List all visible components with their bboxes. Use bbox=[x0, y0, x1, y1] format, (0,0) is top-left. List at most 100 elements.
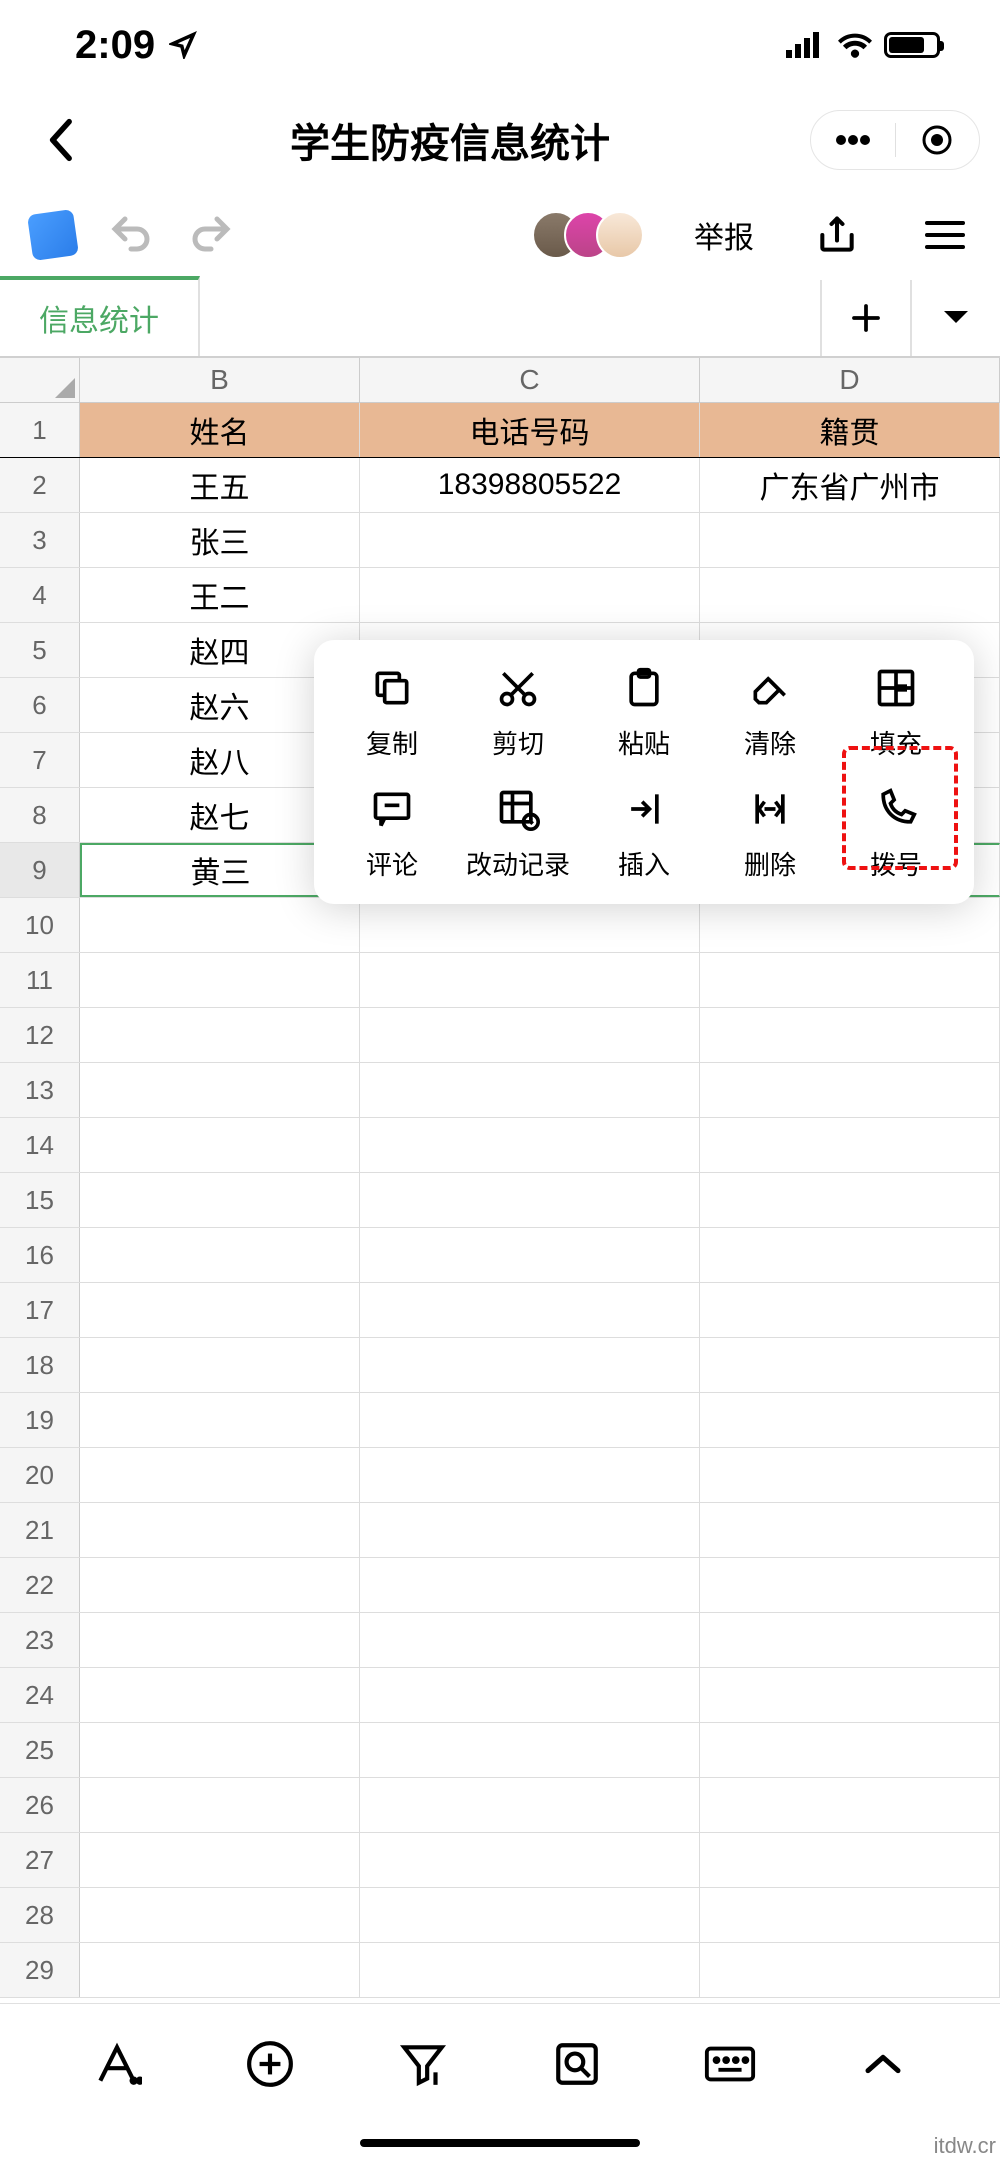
cell[interactable] bbox=[360, 1668, 700, 1722]
ctx-comment-button[interactable]: 评论 bbox=[332, 783, 452, 882]
cell[interactable] bbox=[700, 898, 1000, 952]
cell[interactable] bbox=[80, 1173, 360, 1227]
row-header[interactable]: 24 bbox=[0, 1668, 80, 1722]
table-row-empty[interactable]: 14 bbox=[0, 1118, 1000, 1173]
table-row-empty[interactable]: 27 bbox=[0, 1833, 1000, 1888]
cell[interactable] bbox=[360, 1008, 700, 1062]
cell-phone[interactable] bbox=[360, 513, 700, 567]
cell[interactable] bbox=[80, 1613, 360, 1667]
cell[interactable] bbox=[360, 1118, 700, 1172]
table-row-empty[interactable]: 21 bbox=[0, 1503, 1000, 1558]
row-header[interactable]: 3 bbox=[0, 513, 80, 567]
cell-phone[interactable] bbox=[360, 568, 700, 622]
table-row-empty[interactable]: 23 bbox=[0, 1613, 1000, 1668]
cell[interactable] bbox=[80, 1943, 360, 1997]
cell[interactable] bbox=[360, 1173, 700, 1227]
ctx-paste-button[interactable]: 粘贴 bbox=[584, 662, 704, 761]
cell[interactable] bbox=[700, 1613, 1000, 1667]
table-row-empty[interactable]: 19 bbox=[0, 1393, 1000, 1448]
row-header[interactable]: 4 bbox=[0, 568, 80, 622]
cell-name[interactable]: 张三 bbox=[80, 513, 360, 567]
ctx-history-button[interactable]: 改动记录 bbox=[458, 783, 578, 882]
cell[interactable] bbox=[80, 1448, 360, 1502]
table-row[interactable]: 4 王二 bbox=[0, 568, 1000, 623]
cell[interactable] bbox=[700, 1668, 1000, 1722]
ctx-insert-button[interactable]: 插入 bbox=[584, 783, 704, 882]
cell[interactable] bbox=[80, 1723, 360, 1777]
keyboard-button[interactable] bbox=[700, 2034, 760, 2094]
cell[interactable] bbox=[700, 1448, 1000, 1502]
undo-button[interactable] bbox=[106, 210, 156, 260]
cell[interactable] bbox=[80, 1668, 360, 1722]
cell[interactable] bbox=[360, 1888, 700, 1942]
cell[interactable] bbox=[80, 1283, 360, 1337]
cell[interactable] bbox=[360, 953, 700, 1007]
row-header[interactable]: 29 bbox=[0, 1943, 80, 1997]
ctx-copy-button[interactable]: 复制 bbox=[332, 662, 452, 761]
cell[interactable] bbox=[360, 1723, 700, 1777]
table-row-empty[interactable]: 10 bbox=[0, 898, 1000, 953]
row-header[interactable]: 21 bbox=[0, 1503, 80, 1557]
report-button[interactable]: 举报 bbox=[694, 213, 754, 257]
ctx-clear-button[interactable]: 清除 bbox=[710, 662, 830, 761]
hamburger-menu-button[interactable] bbox=[920, 210, 970, 260]
cell[interactable] bbox=[80, 1063, 360, 1117]
ctx-dial-button[interactable]: 拨号 bbox=[836, 783, 956, 882]
collaborator-avatars[interactable] bbox=[548, 211, 644, 259]
cell[interactable] bbox=[80, 953, 360, 1007]
add-sheet-button[interactable] bbox=[820, 280, 910, 356]
cell-name[interactable]: 王五 bbox=[80, 458, 360, 512]
row-header[interactable]: 6 bbox=[0, 678, 80, 732]
row-header[interactable]: 27 bbox=[0, 1833, 80, 1887]
cell[interactable] bbox=[80, 1118, 360, 1172]
insert-button[interactable] bbox=[240, 2034, 300, 2094]
cell[interactable] bbox=[700, 953, 1000, 1007]
cell[interactable] bbox=[700, 1008, 1000, 1062]
cell[interactable] bbox=[80, 898, 360, 952]
filter-button[interactable] bbox=[393, 2034, 453, 2094]
table-row[interactable]: 3 张三 bbox=[0, 513, 1000, 568]
cell[interactable] bbox=[360, 1063, 700, 1117]
cell[interactable] bbox=[360, 1503, 700, 1557]
cell[interactable] bbox=[80, 1888, 360, 1942]
cell[interactable] bbox=[80, 1228, 360, 1282]
row-header[interactable]: 8 bbox=[0, 788, 80, 842]
table-row-empty[interactable]: 29 bbox=[0, 1943, 1000, 1998]
table-row-empty[interactable]: 25 bbox=[0, 1723, 1000, 1778]
cell[interactable] bbox=[700, 1283, 1000, 1337]
cell[interactable] bbox=[700, 1063, 1000, 1117]
row-header[interactable]: 12 bbox=[0, 1008, 80, 1062]
format-button[interactable] bbox=[87, 2034, 147, 2094]
cell[interactable] bbox=[360, 1613, 700, 1667]
cell[interactable] bbox=[360, 1833, 700, 1887]
cell[interactable] bbox=[80, 1008, 360, 1062]
cell[interactable] bbox=[700, 1338, 1000, 1392]
redo-button[interactable] bbox=[186, 210, 236, 260]
cell[interactable] bbox=[80, 1778, 360, 1832]
row-header[interactable]: 1 bbox=[0, 403, 80, 457]
col-header-C[interactable]: C bbox=[360, 358, 700, 402]
row-header[interactable]: 17 bbox=[0, 1283, 80, 1337]
cell[interactable] bbox=[360, 1558, 700, 1612]
cell[interactable] bbox=[700, 1393, 1000, 1447]
row-header[interactable]: 10 bbox=[0, 898, 80, 952]
back-button[interactable] bbox=[30, 110, 90, 170]
row-header[interactable]: 7 bbox=[0, 733, 80, 787]
cell[interactable] bbox=[360, 898, 700, 952]
table-row-header[interactable]: 1 姓名 电话号码 籍贯 bbox=[0, 403, 1000, 458]
ctx-fill-button[interactable]: 填充 bbox=[836, 662, 956, 761]
table-row-empty[interactable]: 11 bbox=[0, 953, 1000, 1008]
table-row-empty[interactable]: 13 bbox=[0, 1063, 1000, 1118]
row-header[interactable]: 18 bbox=[0, 1338, 80, 1392]
sheet-tab-active[interactable]: 信息统计 bbox=[0, 276, 200, 356]
row-header[interactable]: 11 bbox=[0, 953, 80, 1007]
row-header[interactable]: 14 bbox=[0, 1118, 80, 1172]
cell[interactable] bbox=[360, 1943, 700, 1997]
select-all-corner[interactable] bbox=[0, 358, 80, 402]
cell[interactable] bbox=[80, 1558, 360, 1612]
cell[interactable] bbox=[700, 1778, 1000, 1832]
cell[interactable] bbox=[700, 1943, 1000, 1997]
cell[interactable] bbox=[700, 1173, 1000, 1227]
close-button[interactable] bbox=[896, 124, 980, 156]
row-header[interactable]: 2 bbox=[0, 458, 80, 512]
